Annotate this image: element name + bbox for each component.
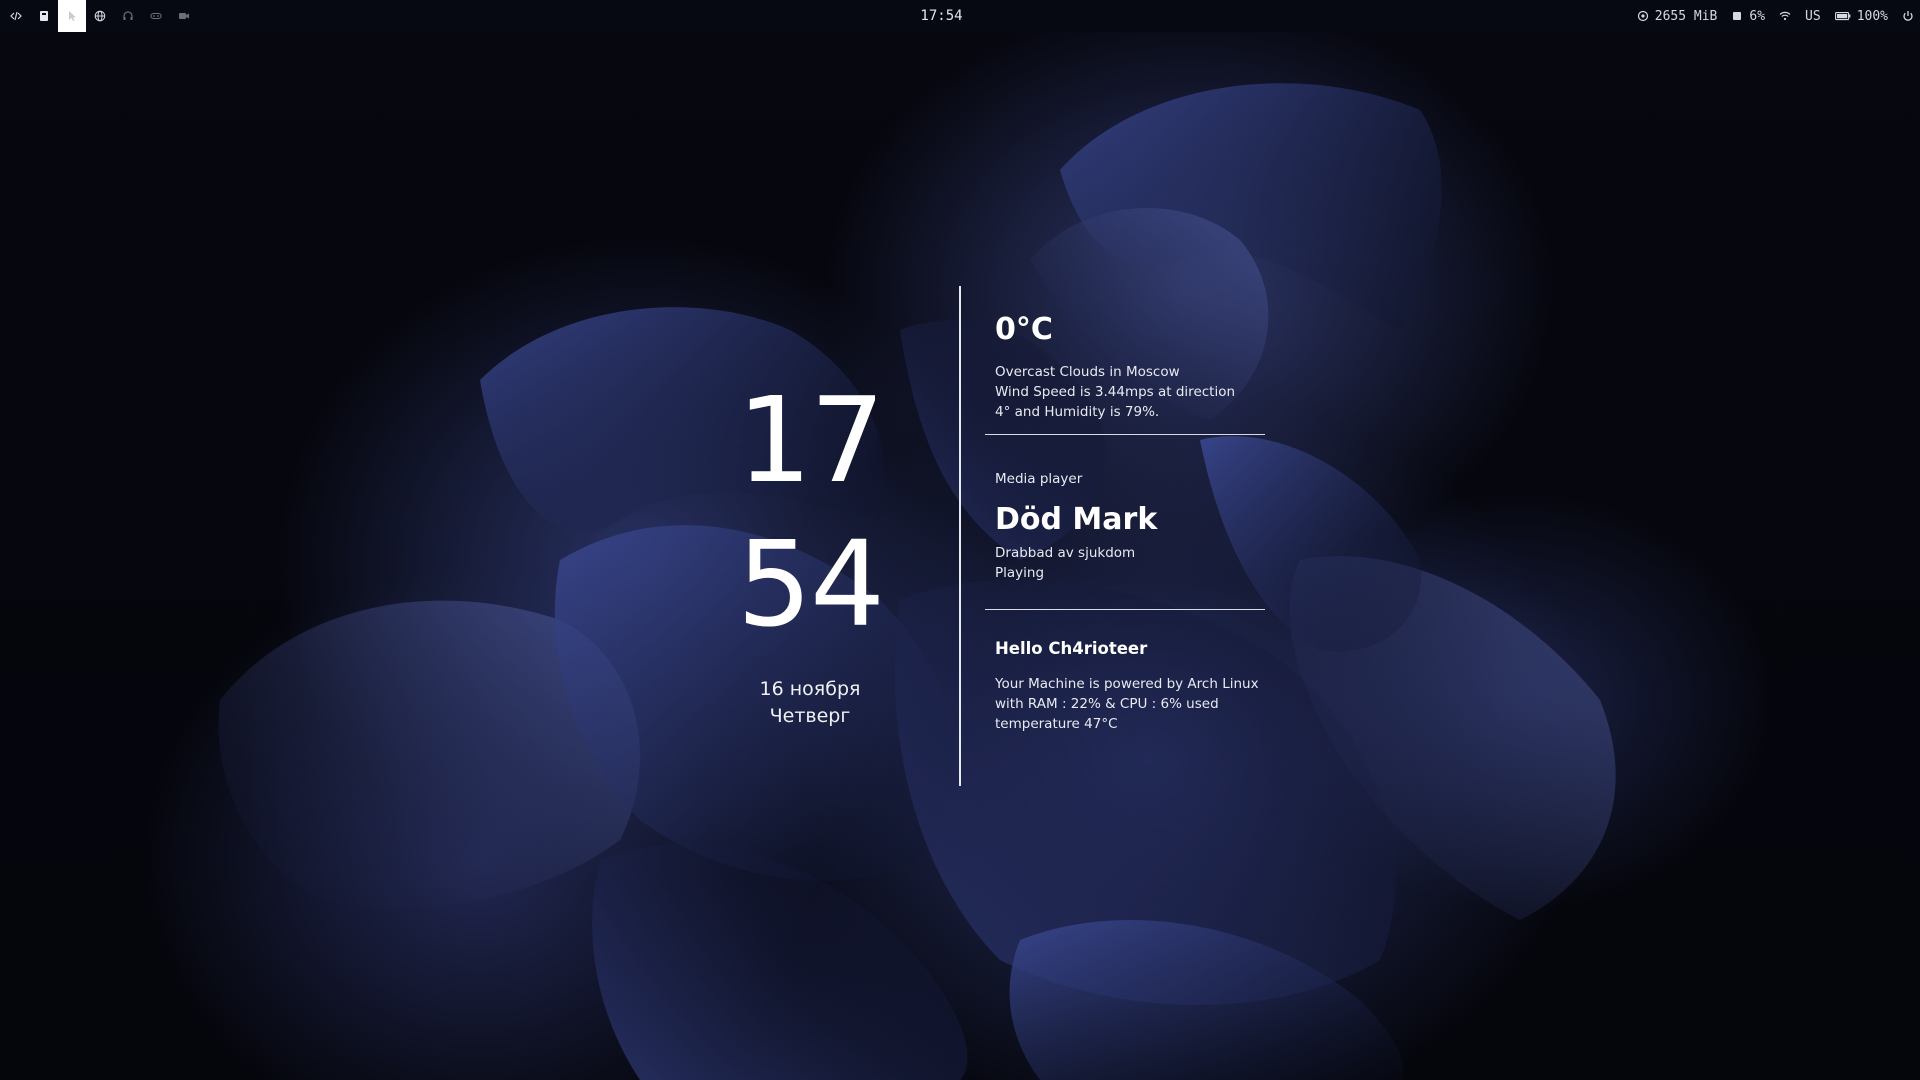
wifi-icon bbox=[1779, 11, 1791, 21]
weather-temperature: 0°C bbox=[995, 312, 1053, 347]
system-info: Your Machine is powered by Arch Linux wi… bbox=[995, 674, 1265, 734]
bar-clock: 17:54 bbox=[920, 8, 963, 24]
info-panel: 0°C Overcast Clouds in Moscow Wind Speed… bbox=[985, 310, 1265, 734]
workspace-7-button[interactable] bbox=[170, 0, 198, 32]
code-icon bbox=[10, 11, 22, 21]
video-icon bbox=[179, 13, 189, 19]
workspace-3-button[interactable] bbox=[58, 0, 86, 32]
media-details: Drabbad av sjukdom Playing bbox=[995, 543, 1265, 583]
keyboard-layout-indicator[interactable]: US bbox=[1805, 9, 1821, 24]
memory-indicator[interactable]: 2655 MiB bbox=[1637, 8, 1718, 24]
media-album: Drabbad av sjukdom bbox=[995, 545, 1136, 561]
weather-line: 4° and Humidity is 79%. bbox=[995, 404, 1160, 420]
workspace-4-button[interactable] bbox=[86, 0, 114, 32]
media-status: Playing bbox=[995, 565, 1045, 581]
desktop: 17:54 2655 MiB 6% US 100% 17 54 16 ноябр… bbox=[0, 0, 1920, 1080]
globe-icon bbox=[94, 10, 106, 22]
clock-hour: 17 bbox=[736, 371, 885, 509]
power-icon bbox=[1903, 11, 1913, 21]
clock-weekday: Четверг bbox=[769, 705, 851, 727]
weather-line: Wind Speed is 3.44mps at direction bbox=[995, 384, 1236, 400]
terminal-icon bbox=[40, 11, 48, 21]
battery-value: 100% bbox=[1856, 8, 1888, 24]
weather-line: Overcast Clouds in Moscow bbox=[995, 364, 1180, 380]
cpu-indicator[interactable]: 6% bbox=[1731, 9, 1765, 24]
headphones-icon bbox=[123, 11, 133, 20]
clock-date: 16 ноября bbox=[759, 678, 861, 700]
media-player-label: Media player bbox=[995, 471, 1083, 487]
workspace-5-button[interactable] bbox=[114, 0, 142, 32]
memory-icon bbox=[1637, 10, 1648, 22]
system-info-line: with RAM : 22% & CPU : 6% used bbox=[995, 696, 1219, 712]
memory-value: 2655 MiB bbox=[1654, 8, 1718, 24]
workspace-6-button[interactable] bbox=[142, 0, 170, 32]
cpu-value: 6% bbox=[1749, 8, 1766, 24]
media-track-title[interactable]: Död Mark bbox=[995, 501, 1265, 539]
section-divider bbox=[985, 609, 1265, 610]
system-tray: 2655 MiB 6% US 100% bbox=[1637, 0, 1914, 32]
greeting: Hello Ch4rioteer bbox=[995, 639, 1148, 658]
top-bar: 17:54 2655 MiB 6% US 100% bbox=[0, 0, 1920, 32]
clock-widget: 17 54 16 ноября Четверг bbox=[680, 370, 940, 730]
workspace-switcher bbox=[0, 0, 198, 32]
weather-description: Overcast Clouds in Moscow Wind Speed is … bbox=[995, 362, 1265, 422]
gamepad-icon bbox=[150, 12, 162, 20]
power-button[interactable] bbox=[1902, 10, 1914, 22]
vertical-divider bbox=[959, 286, 961, 786]
cpu-icon bbox=[1733, 12, 1742, 20]
system-info-line: temperature 47°C bbox=[995, 716, 1118, 732]
system-info-line: Your Machine is powered by Arch Linux bbox=[995, 676, 1259, 692]
cursor-icon bbox=[69, 11, 76, 21]
keyboard-layout-value: US bbox=[1805, 8, 1821, 24]
workspace-1-button[interactable] bbox=[2, 0, 30, 32]
battery-indicator[interactable]: 100% bbox=[1834, 8, 1888, 24]
workspace-2-button[interactable] bbox=[30, 0, 58, 32]
clock-minute: 54 bbox=[736, 515, 885, 653]
wifi-indicator[interactable] bbox=[1779, 10, 1791, 22]
battery-icon bbox=[1834, 12, 1851, 21]
section-divider bbox=[985, 434, 1265, 435]
